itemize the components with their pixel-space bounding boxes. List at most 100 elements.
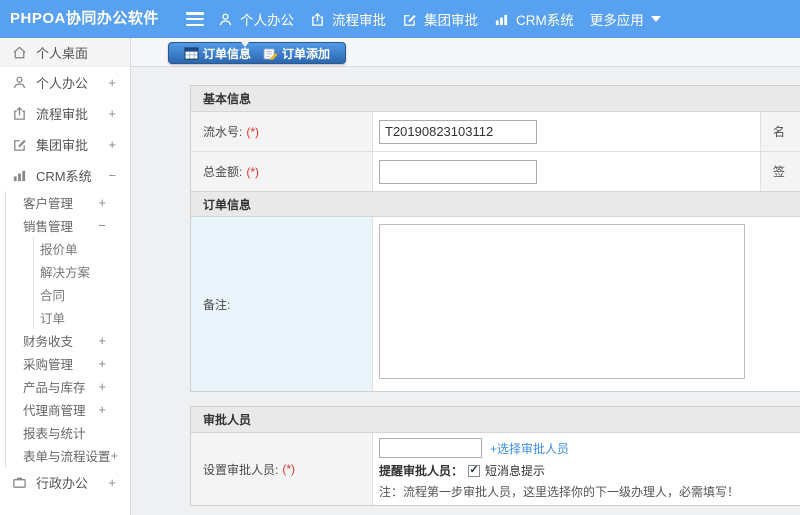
approval-icon — [312, 12, 323, 26]
approver-label: 设置审批人员: (*) — [191, 433, 373, 505]
expand-toggle[interactable]: + — [98, 356, 106, 371]
tab-label: 订单信息 — [203, 46, 252, 61]
crm-submenu: 客户管理 + 销售管理 − 报价单 解决方案 合同 订单 财务收支 + 采购管理… — [5, 191, 130, 467]
app-window: PHPOA协同办公软件 个人办公 流程审批 集团审批 CRM系统 更多应用 个人… — [0, 0, 800, 515]
top-navbar: PHPOA协同办公软件 个人办公 流程审批 集团审批 CRM系统 更多应用 — [0, 0, 800, 38]
sidebar: 个人桌面 个人办公 + 流程审批 + 集团审批 + CRM系统 − 客户管理 + — [0, 38, 131, 515]
section-header-approver: 审批人员 — [191, 407, 800, 433]
edit-icon — [404, 14, 416, 26]
sidebar-item-reports-statistics[interactable]: 报表与统计 — [6, 421, 130, 444]
expand-toggle[interactable]: + — [98, 195, 106, 210]
nav-item-crm-system[interactable]: CRM系统 — [494, 9, 574, 29]
nav-label: 集团审批 — [424, 13, 478, 28]
sidebar-item-order[interactable]: 订单 — [34, 306, 130, 329]
expand-toggle[interactable]: + — [98, 379, 106, 394]
caret-down-icon — [650, 16, 661, 22]
section-header-basic: 基本信息 — [191, 86, 800, 112]
sidebar-item-sales-management[interactable]: 销售管理 − — [6, 214, 130, 237]
collapse-toggle[interactable]: − — [108, 168, 116, 183]
approver-row: 设置审批人员: (*) +选择审批人员 提醒审批人员： 短消息提示 — [191, 433, 800, 505]
sidebar-item-purchasing[interactable]: 采购管理 + — [6, 352, 130, 375]
serial-number-row: 流水号: (*) 名 — [191, 112, 800, 152]
nav-label: 个人办公 — [240, 13, 294, 28]
sidebar-item-label: 集团审批 — [36, 138, 89, 153]
approver-input-line: +选择审批人员 — [379, 438, 800, 458]
active-tab-notch — [241, 42, 249, 47]
sidebar-item-solution[interactable]: 解决方案 — [34, 260, 130, 283]
clipped-label-row2: 签 — [761, 152, 800, 191]
hamburger-icon[interactable] — [186, 12, 204, 26]
sidebar-item-personal-office[interactable]: 个人办公 + — [0, 67, 130, 98]
sales-submenu: 报价单 解决方案 合同 订单 — [33, 237, 130, 329]
sms-checkbox-label: 短消息提示 — [485, 464, 546, 478]
tab-order-add[interactable]: 订单添加 — [257, 45, 336, 62]
expand-toggle[interactable]: + — [108, 137, 116, 152]
serial-number-input[interactable] — [379, 119, 537, 144]
sidebar-item-administration[interactable]: 行政办公 + — [0, 467, 130, 498]
collapse-toggle[interactable]: − — [98, 218, 106, 233]
app-logo[interactable]: PHPOA协同办公软件 — [10, 0, 159, 38]
total-amount-row: 总金额: (*) 签 — [191, 152, 800, 192]
remark-textarea[interactable] — [379, 224, 745, 379]
sidebar-item-products-inventory[interactable]: 产品与库存 + — [6, 375, 130, 398]
required-marker: (*) — [246, 164, 260, 179]
total-amount-input[interactable] — [379, 159, 537, 184]
user-icon — [13, 76, 26, 89]
approver-note: 注：流程第一步审批人员，这里选择你的下一级办理人，必需填写！ — [379, 485, 740, 499]
sms-checkbox[interactable] — [468, 464, 481, 477]
sidebar-item-crm-system[interactable]: CRM系统 − — [0, 160, 130, 191]
clipped-label-row1: 名 — [761, 112, 800, 151]
tab-bar: 订单信息 订单添加 — [168, 42, 347, 64]
sidebar-item-finance[interactable]: 财务收支 + — [6, 329, 130, 352]
tab-label: 订单添加 — [282, 46, 331, 61]
sidebar-item-workflow-approval[interactable]: 流程审批 + — [0, 98, 130, 129]
expand-toggle[interactable]: + — [108, 106, 116, 121]
remark-row: 备注: — [191, 217, 800, 391]
sidebar-item-quotation[interactable]: 报价单 — [34, 237, 130, 260]
total-amount-cell — [373, 152, 761, 191]
home-icon — [13, 45, 26, 58]
sidebar-item-label: 流程审批 — [36, 107, 89, 122]
expand-toggle[interactable]: + — [111, 448, 119, 463]
top-nav-menu: 个人办公 流程审批 集团审批 CRM系统 更多应用 — [218, 0, 661, 38]
nav-item-personal-office[interactable]: 个人办公 — [218, 9, 294, 29]
nav-item-workflow-approval[interactable]: 流程审批 — [310, 9, 386, 29]
approver-input[interactable] — [379, 438, 482, 458]
nav-label: 流程审批 — [332, 13, 386, 28]
order-form: 基本信息 流水号: (*) 名 — [190, 85, 800, 506]
sidebar-item-form-workflow-settings[interactable]: 表单与流程设置 + — [6, 444, 130, 467]
select-approver-link[interactable]: +选择审批人员 — [490, 440, 569, 457]
serial-number-label: 流水号: (*) — [191, 112, 373, 151]
required-marker: (*) — [282, 462, 296, 476]
remind-line: 提醒审批人员： 短消息提示 — [379, 462, 800, 479]
approver-panel: 审批人员 设置审批人员: (*) +选择审批人员 提醒审批人员： ✓ 短消息提示… — [190, 406, 800, 506]
chart-icon — [495, 14, 508, 25]
sidebar-item-label: 个人桌面 — [36, 45, 89, 61]
sidebar-item-group-approval[interactable]: 集团审批 + — [0, 129, 130, 160]
chart-icon — [13, 170, 26, 182]
remind-label: 提醒审批人员： — [379, 464, 464, 478]
remark-label: 备注: — [191, 217, 373, 391]
sidebar-item-label: CRM系统 — [36, 169, 92, 184]
expand-toggle[interactable]: + — [108, 75, 116, 90]
serial-number-cell — [373, 112, 761, 151]
expand-toggle[interactable]: + — [98, 333, 106, 348]
nav-item-group-approval[interactable]: 集团审批 — [402, 9, 478, 29]
expand-toggle[interactable]: + — [98, 402, 106, 417]
expand-toggle[interactable]: + — [108, 475, 116, 490]
tab-order-info[interactable]: 订单信息 — [178, 45, 257, 62]
edit-icon — [14, 139, 26, 151]
nav-label: 更多应用 — [589, 13, 644, 28]
table-icon — [184, 46, 199, 60]
sidebar-item-customer-management[interactable]: 客户管理 + — [6, 191, 130, 214]
remark-cell — [373, 217, 800, 391]
briefcase-icon — [13, 477, 26, 488]
note-add-icon — [263, 47, 278, 60]
nav-item-more-apps[interactable]: 更多应用 — [590, 9, 661, 29]
sidebar-item-personal-desktop[interactable]: 个人桌面 — [0, 38, 130, 67]
sidebar-item-agent-management[interactable]: 代理商管理 + — [6, 398, 130, 421]
total-amount-label: 总金额: (*) — [191, 152, 373, 191]
tab-strip: 订单信息 订单添加 — [131, 38, 800, 67]
sidebar-item-contract[interactable]: 合同 — [34, 283, 130, 306]
section-header-order: 订单信息 — [191, 191, 800, 217]
